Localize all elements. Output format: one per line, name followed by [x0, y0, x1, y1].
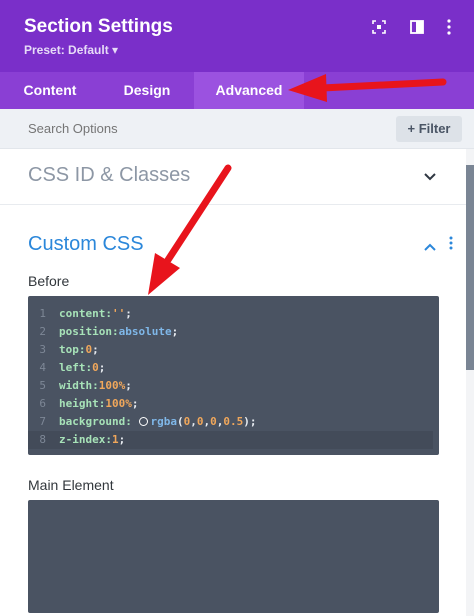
tab-content[interactable]: Content [0, 72, 100, 109]
before-css-editor[interactable]: 1 content:''; 2 position:absolute; 3 top… [28, 296, 439, 455]
main-element-css-editor[interactable] [28, 500, 439, 613]
css-value: 100% [105, 397, 132, 410]
code-line: 6 height:100%; [28, 395, 433, 413]
css-punct: ; [125, 307, 132, 320]
search-bar: + Filter [0, 109, 474, 149]
css-property: left: [59, 361, 93, 374]
tab-bar: Content Design Advanced [0, 72, 474, 109]
code-line: 3 top:0; [28, 341, 433, 359]
css-value: absolute [118, 325, 172, 338]
css-punct: ; [92, 343, 99, 356]
css-value: 100% [98, 379, 126, 392]
code-line-active: 8 z-index:1; [28, 431, 433, 449]
main-element-field-label: Main Element [28, 477, 114, 493]
section-more-icon[interactable] [448, 236, 454, 257]
css-punct: ; [131, 397, 139, 410]
line-number: 1 [39, 307, 46, 320]
css-punct: ; [171, 325, 179, 338]
search-options-input[interactable] [28, 121, 204, 136]
chevron-up-icon[interactable] [423, 239, 437, 257]
focus-icon[interactable] [370, 18, 388, 36]
settings-header: Section Settings Preset: Default ▾ [0, 0, 474, 72]
code-line: 2 position:absolute; [28, 323, 433, 341]
section-css-id-classes[interactable]: CSS ID & Classes [0, 149, 466, 205]
code-line: 5 width:100%; [28, 377, 433, 395]
section-custom-css[interactable]: Custom CSS [0, 205, 466, 265]
css-punct: ; [118, 433, 126, 446]
tab-design[interactable]: Design [100, 72, 194, 109]
css-property: width: [59, 379, 99, 392]
css-property: background: [59, 415, 132, 428]
line-number: 5 [39, 379, 46, 392]
code-line: 7 background: rgba(0,0,0,0.5); [28, 413, 433, 431]
css-value: 1 [111, 433, 119, 446]
chevron-down-icon[interactable] [423, 169, 437, 187]
css-property: z-index: [59, 433, 112, 446]
line-number: 7 [39, 415, 46, 428]
css-punct: ; [98, 361, 106, 374]
css-value: '' [111, 307, 126, 320]
line-number: 6 [39, 397, 46, 410]
before-field-label: Before [28, 273, 70, 289]
css-property: position: [59, 325, 119, 338]
code-line: 1 content:''; [28, 305, 433, 323]
split-view-icon[interactable] [408, 18, 426, 36]
css-property: content: [59, 307, 112, 320]
css-punct: ); [243, 415, 257, 428]
scrollbar-thumb[interactable] [466, 165, 474, 370]
color-swatch-icon[interactable] [139, 417, 149, 426]
more-vertical-icon[interactable] [440, 18, 458, 36]
line-number: 8 [39, 433, 46, 446]
filter-button[interactable]: + Filter [396, 116, 462, 142]
css-property: top: [59, 343, 86, 356]
line-number: 4 [39, 361, 46, 374]
css-value: 0 [92, 361, 99, 374]
line-number: 2 [39, 325, 46, 338]
line-number: 3 [39, 343, 46, 356]
css-number: 0.5 [223, 415, 244, 428]
css-punct: ; [125, 379, 132, 392]
css-function: rgba [150, 415, 177, 428]
section-title: Custom CSS [28, 233, 144, 255]
css-punct: ( [176, 415, 184, 428]
modal-title: Section Settings [24, 16, 173, 37]
section-title: CSS ID & Classes [28, 164, 191, 186]
css-number: 0 [210, 415, 217, 428]
preset-dropdown[interactable]: Preset: Default ▾ [24, 43, 118, 57]
code-line: 4 left:0; [28, 359, 433, 377]
css-property: height: [59, 397, 106, 410]
tab-advanced[interactable]: Advanced [194, 72, 304, 109]
